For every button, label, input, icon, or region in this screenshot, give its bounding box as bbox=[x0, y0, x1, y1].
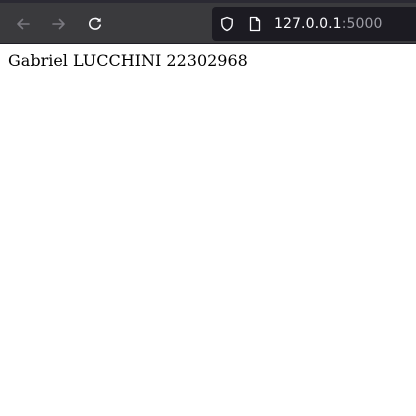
arrow-right-icon bbox=[51, 16, 67, 32]
page-text: Gabriel LUCCHINI 22302968 bbox=[8, 51, 248, 70]
page-icon[interactable] bbox=[247, 16, 263, 32]
forward-button[interactable] bbox=[45, 10, 73, 38]
reload-button[interactable] bbox=[81, 10, 109, 38]
back-button[interactable] bbox=[9, 10, 37, 38]
address-bar[interactable]: 127.0.0.1:5000 bbox=[212, 7, 416, 41]
reload-icon bbox=[87, 16, 103, 32]
url-port: :5000 bbox=[341, 16, 383, 32]
browser-toolbar: 127.0.0.1:5000 bbox=[0, 0, 416, 44]
page-content: Gabriel LUCCHINI 22302968 bbox=[0, 44, 416, 416]
arrow-left-icon bbox=[15, 16, 31, 32]
browser-window: 127.0.0.1:5000 Gabriel LUCCHINI 22302968 bbox=[0, 0, 416, 416]
url-text[interactable]: 127.0.0.1:5000 bbox=[274, 15, 383, 33]
url-host: 127.0.0.1 bbox=[274, 16, 342, 32]
shield-icon[interactable] bbox=[219, 16, 235, 32]
